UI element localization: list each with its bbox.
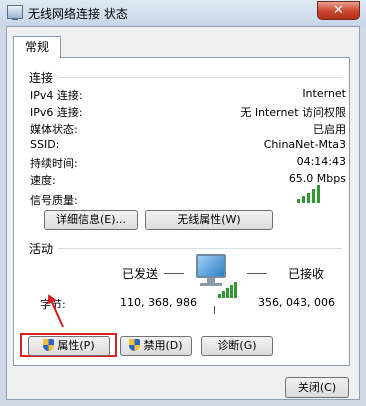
- window-title: 无线网络连接 状态: [28, 7, 128, 21]
- details-button[interactable]: 详细信息(E)...: [44, 210, 138, 230]
- bytes-sent-value: 110, 368, 986: [120, 296, 197, 309]
- activity-divider: [58, 248, 342, 249]
- properties-button[interactable]: 属性(P): [28, 336, 110, 356]
- received-line: [247, 273, 267, 274]
- duration-label: 持续时间:: [30, 157, 78, 170]
- disable-button[interactable]: 禁用(D): [120, 336, 192, 356]
- ipv6-label: IPv6 连接:: [30, 106, 83, 119]
- speed-label: 速度:: [30, 174, 56, 187]
- ipv4-label: IPv4 连接:: [30, 89, 83, 102]
- computer-icon: [192, 252, 238, 300]
- signal-strength-icon: [297, 185, 327, 203]
- ipv6-value: 无 Internet 访问权限: [240, 106, 346, 119]
- disable-button-label: 禁用(D): [143, 339, 183, 352]
- shield-icon: [129, 339, 141, 351]
- sent-line: [164, 273, 184, 274]
- ssid-label: SSID:: [30, 138, 60, 151]
- signal-quality-label: 信号质量:: [30, 194, 78, 207]
- duration-value: 04:14:43: [296, 155, 346, 168]
- properties-button-label: 属性(P): [57, 339, 95, 352]
- connection-divider: [58, 77, 342, 78]
- bytes-received-value: 356, 043, 006: [258, 296, 335, 309]
- activity-section-title: 活动: [29, 242, 54, 256]
- ipv4-value: Internet: [302, 87, 346, 100]
- media-state-value: 已启用: [313, 123, 346, 136]
- connection-section-title: 连接: [29, 71, 54, 85]
- computer-link-line: [214, 306, 215, 314]
- window-close-button[interactable]: ✕: [317, 1, 360, 20]
- network-icon: [7, 5, 23, 20]
- tab-general[interactable]: 常规: [13, 36, 61, 58]
- diagnose-button[interactable]: 诊断(G): [201, 336, 273, 356]
- close-button[interactable]: 关闭(C): [285, 377, 349, 398]
- sent-label: 已发送: [122, 267, 159, 281]
- received-label: 已接收: [288, 267, 325, 281]
- shield-icon: [43, 339, 55, 351]
- speed-value: 65.0 Mbps: [288, 172, 346, 185]
- title-bar: 无线网络连接 状态 ✕: [0, 0, 366, 26]
- wireless-properties-button[interactable]: 无线属性(W): [145, 210, 273, 230]
- media-state-label: 媒体状态:: [30, 123, 78, 136]
- ssid-value: ChinaNet-Mta3: [263, 138, 346, 151]
